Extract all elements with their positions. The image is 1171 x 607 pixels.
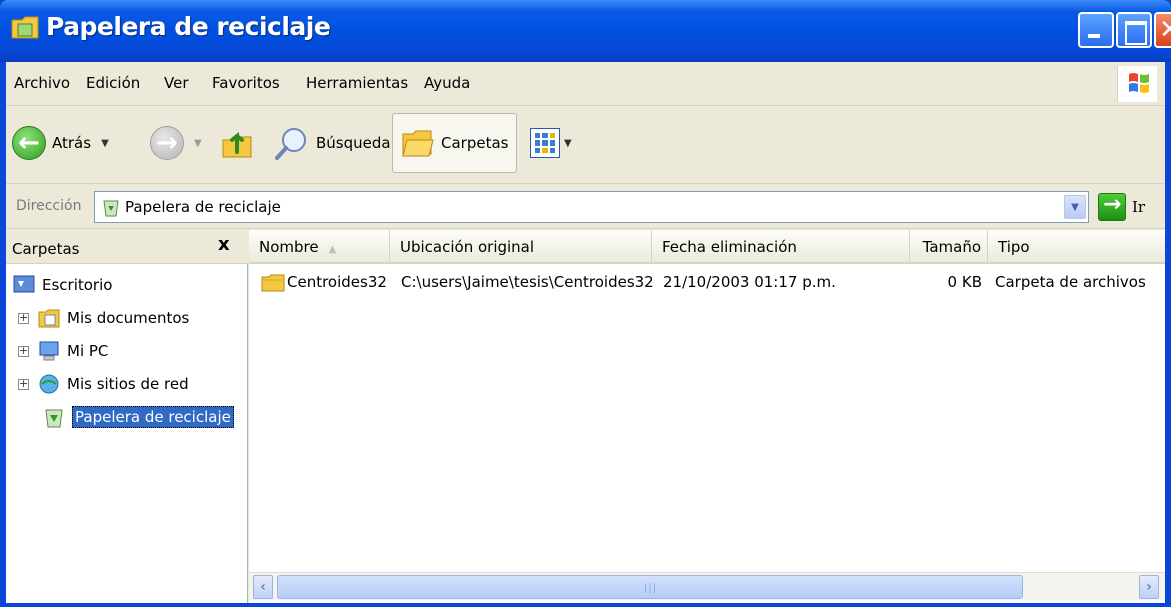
close-pane-icon[interactable]: x: [218, 234, 230, 255]
address-dropdown-icon[interactable]: ▼: [1064, 195, 1086, 219]
tree-label: Mis sitios de red: [67, 375, 189, 393]
folders-label: Carpetas: [441, 134, 509, 152]
minimize-button[interactable]: [1078, 12, 1114, 48]
column-tipo[interactable]: Tipo: [988, 230, 1165, 264]
tree-label: Mi PC: [67, 342, 109, 360]
go-button-label[interactable]: Ir: [1132, 198, 1145, 216]
menu-edicion[interactable]: Edición: [86, 74, 140, 92]
menu-herramientas[interactable]: Herramientas: [306, 74, 408, 92]
window-title: Papelera de reciclaje: [46, 12, 331, 41]
address-input[interactable]: Papelera de reciclaje ▼: [94, 191, 1089, 223]
views-icon: [530, 128, 560, 158]
expand-icon[interactable]: +: [18, 345, 29, 357]
tree-item-papelera[interactable]: Papelera de reciclaje: [42, 402, 234, 432]
search-magnifier-icon: [275, 128, 306, 160]
forward-dropdown-icon[interactable]: ▼: [194, 138, 202, 149]
column-headers: Nombre ▲ Ubicación original Fecha elimina…: [249, 230, 1165, 264]
forward-arrow-icon: [150, 126, 184, 160]
file-list: Nombre ▲ Ubicación original Fecha elimina…: [249, 230, 1165, 603]
folder-up-icon: [222, 131, 252, 158]
windows-flag-icon: [1129, 73, 1149, 93]
menu-bar: Archivo Edición Ver Favoritos Herramient…: [6, 62, 1165, 106]
list-item[interactable]: Centroides32 C:\users\Jaime\tesis\Centro…: [249, 270, 1165, 296]
address-bar: Dirección Papelera de reciclaje ▼ Ir: [6, 185, 1165, 229]
documents-folder-icon: [38, 309, 60, 328]
column-nombre[interactable]: Nombre ▲: [249, 230, 390, 264]
folder-icon: [261, 274, 285, 292]
menu-ver[interactable]: Ver: [164, 74, 189, 92]
scroll-right-icon[interactable]: ›: [1139, 575, 1159, 599]
expand-icon[interactable]: +: [18, 378, 29, 390]
computer-icon: [39, 341, 59, 361]
close-button[interactable]: ✕: [1154, 12, 1171, 48]
windows-logo: [1117, 66, 1157, 102]
column-tamano[interactable]: Tamaño: [910, 230, 988, 264]
expand-icon[interactable]: +: [18, 312, 29, 324]
file-type: Carpeta de archivos: [995, 273, 1146, 291]
menu-ayuda[interactable]: Ayuda: [424, 74, 470, 92]
search-button[interactable]: Búsqueda: [274, 113, 391, 173]
folders-pane-title: Carpetas: [12, 240, 80, 258]
desktop-icon: [13, 275, 35, 293]
column-ubicacion[interactable]: Ubicación original: [390, 230, 652, 264]
network-icon: [39, 374, 59, 394]
close-icon: ✕: [1159, 15, 1171, 45]
folders-icon: [402, 130, 434, 157]
menu-favoritos[interactable]: Favoritos: [212, 74, 280, 92]
horizontal-scrollbar[interactable]: ‹ ||| ›: [249, 572, 1165, 600]
file-size: 0 KB: [947, 273, 982, 291]
deleted-date: 21/10/2003 01:17 p.m.: [663, 273, 836, 291]
column-label: Tipo: [998, 238, 1030, 256]
address-value: Papelera de reciclaje: [125, 198, 281, 216]
tree-label: Escritorio: [42, 276, 113, 294]
column-label: Tamaño: [922, 238, 981, 256]
menu-archivo[interactable]: Archivo: [14, 74, 70, 92]
back-arrow-icon: [12, 126, 46, 160]
title-bar[interactable]: Papelera de reciclaje ✕: [0, 0, 1171, 62]
tree-item-mi-pc[interactable]: + Mi PC: [18, 336, 108, 366]
tree-label: Mis documentos: [67, 309, 190, 327]
forward-button[interactable]: ▼: [150, 113, 202, 173]
grip-icon: |||: [644, 583, 658, 594]
scroll-left-icon[interactable]: ‹: [253, 575, 273, 599]
tree-item-mis-documentos[interactable]: + Mis documentos: [18, 303, 189, 333]
scrollbar-thumb[interactable]: |||: [277, 575, 1023, 599]
sort-ascending-icon: ▲: [328, 244, 337, 255]
column-label: Ubicación original: [400, 238, 535, 256]
window-client: Archivo Edición Ver Favoritos Herramient…: [6, 62, 1165, 603]
tree-item-escritorio[interactable]: Escritorio: [12, 270, 112, 300]
tree-item-mis-sitios-de-red[interactable]: + Mis sitios de red: [18, 369, 189, 399]
address-label: Dirección: [16, 198, 82, 214]
recycle-bin-icon: [11, 16, 39, 39]
back-dropdown-icon[interactable]: ▼: [101, 138, 109, 149]
recycle-bin-icon: [45, 409, 63, 428]
views-button[interactable]: ▼: [530, 113, 572, 173]
original-location: C:\users\Jaime\tesis\Centroides32: [401, 273, 654, 291]
search-label: Búsqueda: [316, 134, 391, 152]
go-arrow-icon[interactable]: [1098, 192, 1126, 221]
folders-pane-header: Carpetas x: [6, 230, 248, 264]
explorer-window: Papelera de reciclaje ✕ Archivo Edición …: [0, 0, 1171, 607]
up-folder-button[interactable]: [220, 113, 254, 173]
back-label: Atrás: [52, 134, 92, 152]
tree-label-selected: Papelera de reciclaje: [72, 406, 234, 428]
folders-pane: Carpetas x Escritorio + Mis documentos +…: [6, 230, 248, 603]
column-label: Nombre: [259, 238, 319, 256]
views-dropdown-icon[interactable]: ▼: [564, 138, 572, 149]
back-button[interactable]: Atrás ▼: [12, 113, 109, 173]
maximize-button[interactable]: [1116, 12, 1152, 48]
toolbar: Atrás ▼ ▼ Búsqueda: [6, 107, 1165, 184]
recycle-bin-icon: [103, 200, 119, 217]
file-name: Centroides32: [287, 273, 387, 291]
column-label: Fecha eliminación: [662, 238, 797, 256]
folders-button[interactable]: Carpetas: [392, 113, 518, 173]
column-fecha[interactable]: Fecha eliminación: [652, 230, 910, 264]
